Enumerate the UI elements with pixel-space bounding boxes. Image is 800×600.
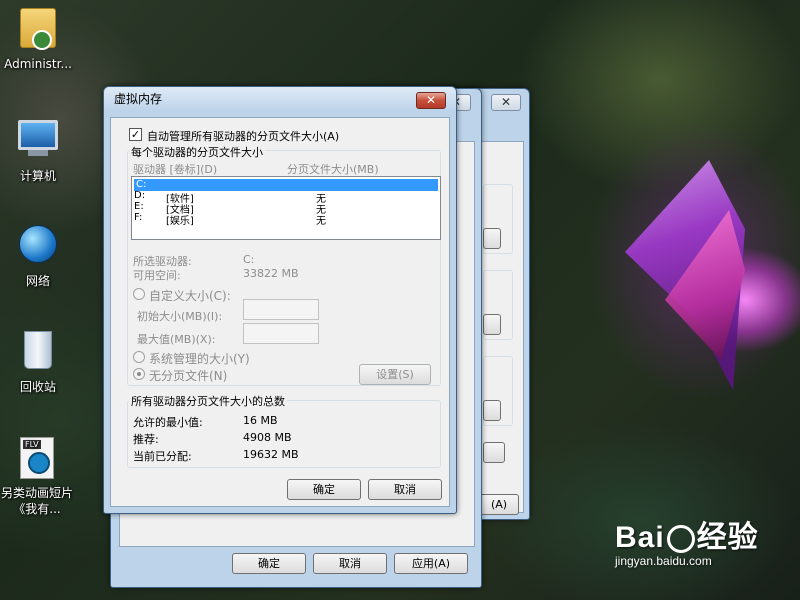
flv-video-icon: FLV	[15, 437, 59, 481]
cancel-button[interactable]: 取消	[313, 553, 387, 574]
free-space-label: 可用空间:	[133, 269, 181, 282]
desktop-icon-administrator[interactable]: Administr...	[1, 6, 75, 72]
drive-letter: C:	[136, 179, 147, 190]
recycle-bin-icon	[16, 331, 60, 375]
initial-size-input[interactable]	[243, 299, 319, 320]
recommended-label: 推荐:	[133, 433, 159, 446]
initial-size-label: 初始大小(MB)(I):	[137, 310, 223, 323]
allocated-value: 19632 MB	[243, 448, 299, 461]
desktop-icon-recycle-bin[interactable]: 回收站	[1, 328, 75, 395]
hidden-settings-button[interactable]	[483, 314, 501, 335]
watermark-brand-right: 经验	[696, 521, 759, 554]
auto-manage-label: 自动管理所有驱动器的分页文件大小(A)	[147, 130, 340, 143]
desktop-icon-flv-video[interactable]: FLV 另类动画短片《我有...	[1, 436, 73, 517]
custom-size-radio[interactable]	[133, 288, 145, 300]
min-allowed-value: 16 MB	[243, 414, 278, 427]
column-header-drive: 驱动器 [卷标](D)	[133, 163, 218, 176]
drive-letter: D:	[134, 190, 146, 201]
free-space-value: 33822 MB	[243, 267, 299, 280]
per-drive-group-title: 每个驱动器的分页文件大小	[129, 144, 265, 160]
no-paging-label: 无分页文件(N)	[149, 369, 228, 383]
custom-size-label: 自定义大小(C):	[149, 289, 231, 303]
ok-button[interactable]: 确定	[232, 553, 306, 574]
recommended-value: 4908 MB	[243, 431, 292, 444]
system-managed-radio[interactable]	[133, 351, 145, 363]
watermark-url: jingyan.baidu.com	[615, 554, 712, 568]
max-size-input[interactable]	[243, 323, 319, 344]
watermark-brand-left: Bai	[615, 521, 665, 554]
network-icon	[16, 225, 60, 269]
system-managed-label: 系统管理的大小(Y)	[149, 352, 250, 366]
close-icon[interactable]: ✕	[416, 92, 446, 109]
desktop-icon-label: 回收站	[19, 380, 56, 394]
hidden-change-button[interactable]	[483, 442, 505, 463]
drive-size: 无	[316, 216, 326, 227]
desktop-icon-computer[interactable]: 计算机	[1, 116, 75, 184]
baidu-jingyan-watermark: Bai 经验 jingyan.baidu.com	[615, 512, 759, 568]
drive-letter: E:	[134, 201, 144, 212]
hidden-settings-button[interactable]	[483, 228, 501, 249]
cancel-button[interactable]: 取消	[368, 479, 442, 500]
close-icon[interactable]: ✕	[491, 94, 521, 111]
dialog-client: ✓ 自动管理所有驱动器的分页文件大小(A) 每个驱动器的分页文件大小 驱动器 […	[110, 117, 450, 507]
max-size-label: 最大值(MB)(X):	[137, 333, 216, 346]
set-button[interactable]: 设置(S)	[359, 364, 431, 385]
desktop-icon-label: 网络	[25, 274, 50, 288]
no-paging-radio[interactable]	[133, 368, 145, 380]
drive-letter: F:	[134, 212, 143, 223]
drive-label: [娱乐]	[166, 216, 194, 227]
auto-manage-checkbox[interactable]: ✓	[129, 128, 142, 141]
user-folder-icon	[16, 8, 60, 52]
desktop-icon-network[interactable]: 网络	[1, 222, 75, 289]
desktop-icon-label: 计算机	[19, 169, 56, 183]
drive-listbox[interactable]: C: D: [软件] 无 E: [文档] 无 F: [娱乐] 无	[131, 176, 441, 240]
computer-icon	[16, 120, 60, 164]
desktop-icon-label: 另类动画短片《我有...	[1, 486, 74, 516]
column-header-size: 分页文件大小(MB)	[287, 163, 379, 176]
dialog-title: 虚拟内存	[104, 87, 456, 111]
totals-group-title: 所有驱动器分页文件大小的总数	[129, 393, 287, 409]
apply-button[interactable]: 应用(A)	[394, 553, 468, 574]
ok-button[interactable]: 确定	[287, 479, 361, 500]
min-allowed-label: 允许的最小值:	[133, 416, 203, 429]
partial-apply-button[interactable]: (A)	[479, 494, 519, 515]
selected-drive-value: C:	[243, 253, 255, 266]
allocated-label: 当前已分配:	[133, 450, 192, 463]
hidden-settings-button[interactable]	[483, 400, 501, 421]
baidu-paw-icon	[666, 525, 695, 553]
virtual-memory-dialog: 虚拟内存 ✕ ✓ 自动管理所有驱动器的分页文件大小(A) 每个驱动器的分页文件大…	[103, 86, 457, 514]
desktop-icon-label: Administr...	[4, 57, 72, 71]
